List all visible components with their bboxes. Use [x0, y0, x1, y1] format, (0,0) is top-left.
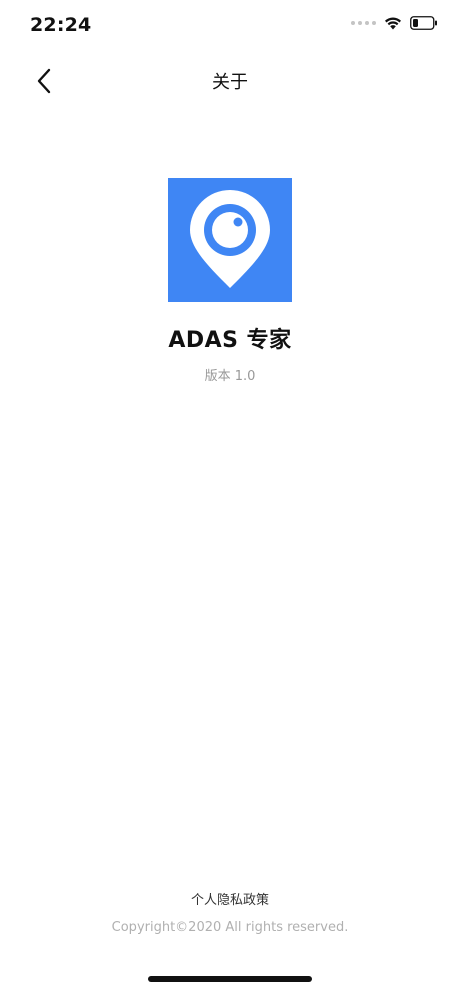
app-version: 版本 1.0 [204, 369, 256, 384]
status-indicators [351, 16, 438, 30]
navigation-bar: 关于 [0, 56, 460, 106]
status-bar: 22:24 [0, 0, 460, 56]
wifi-icon [385, 17, 401, 30]
about-screen: 22:24 关于 ADAS 专家 版本 1.0 个人隐私政策 Copyright… [0, 0, 460, 995]
page-title: 关于 [212, 72, 248, 93]
battery-icon [410, 16, 437, 30]
status-time: 22:24 [30, 14, 92, 36]
copyright-text: Copyright©2020 All rights reserved. [111, 920, 349, 935]
app-name: ADAS 专家 [168, 328, 292, 353]
cellular-signal-icon [351, 21, 376, 25]
app-icon [168, 178, 292, 302]
location-pin-camera-icon [190, 190, 270, 288]
privacy-policy-link[interactable]: 个人隐私政策 [0, 889, 460, 908]
home-indicator[interactable] [148, 976, 312, 982]
